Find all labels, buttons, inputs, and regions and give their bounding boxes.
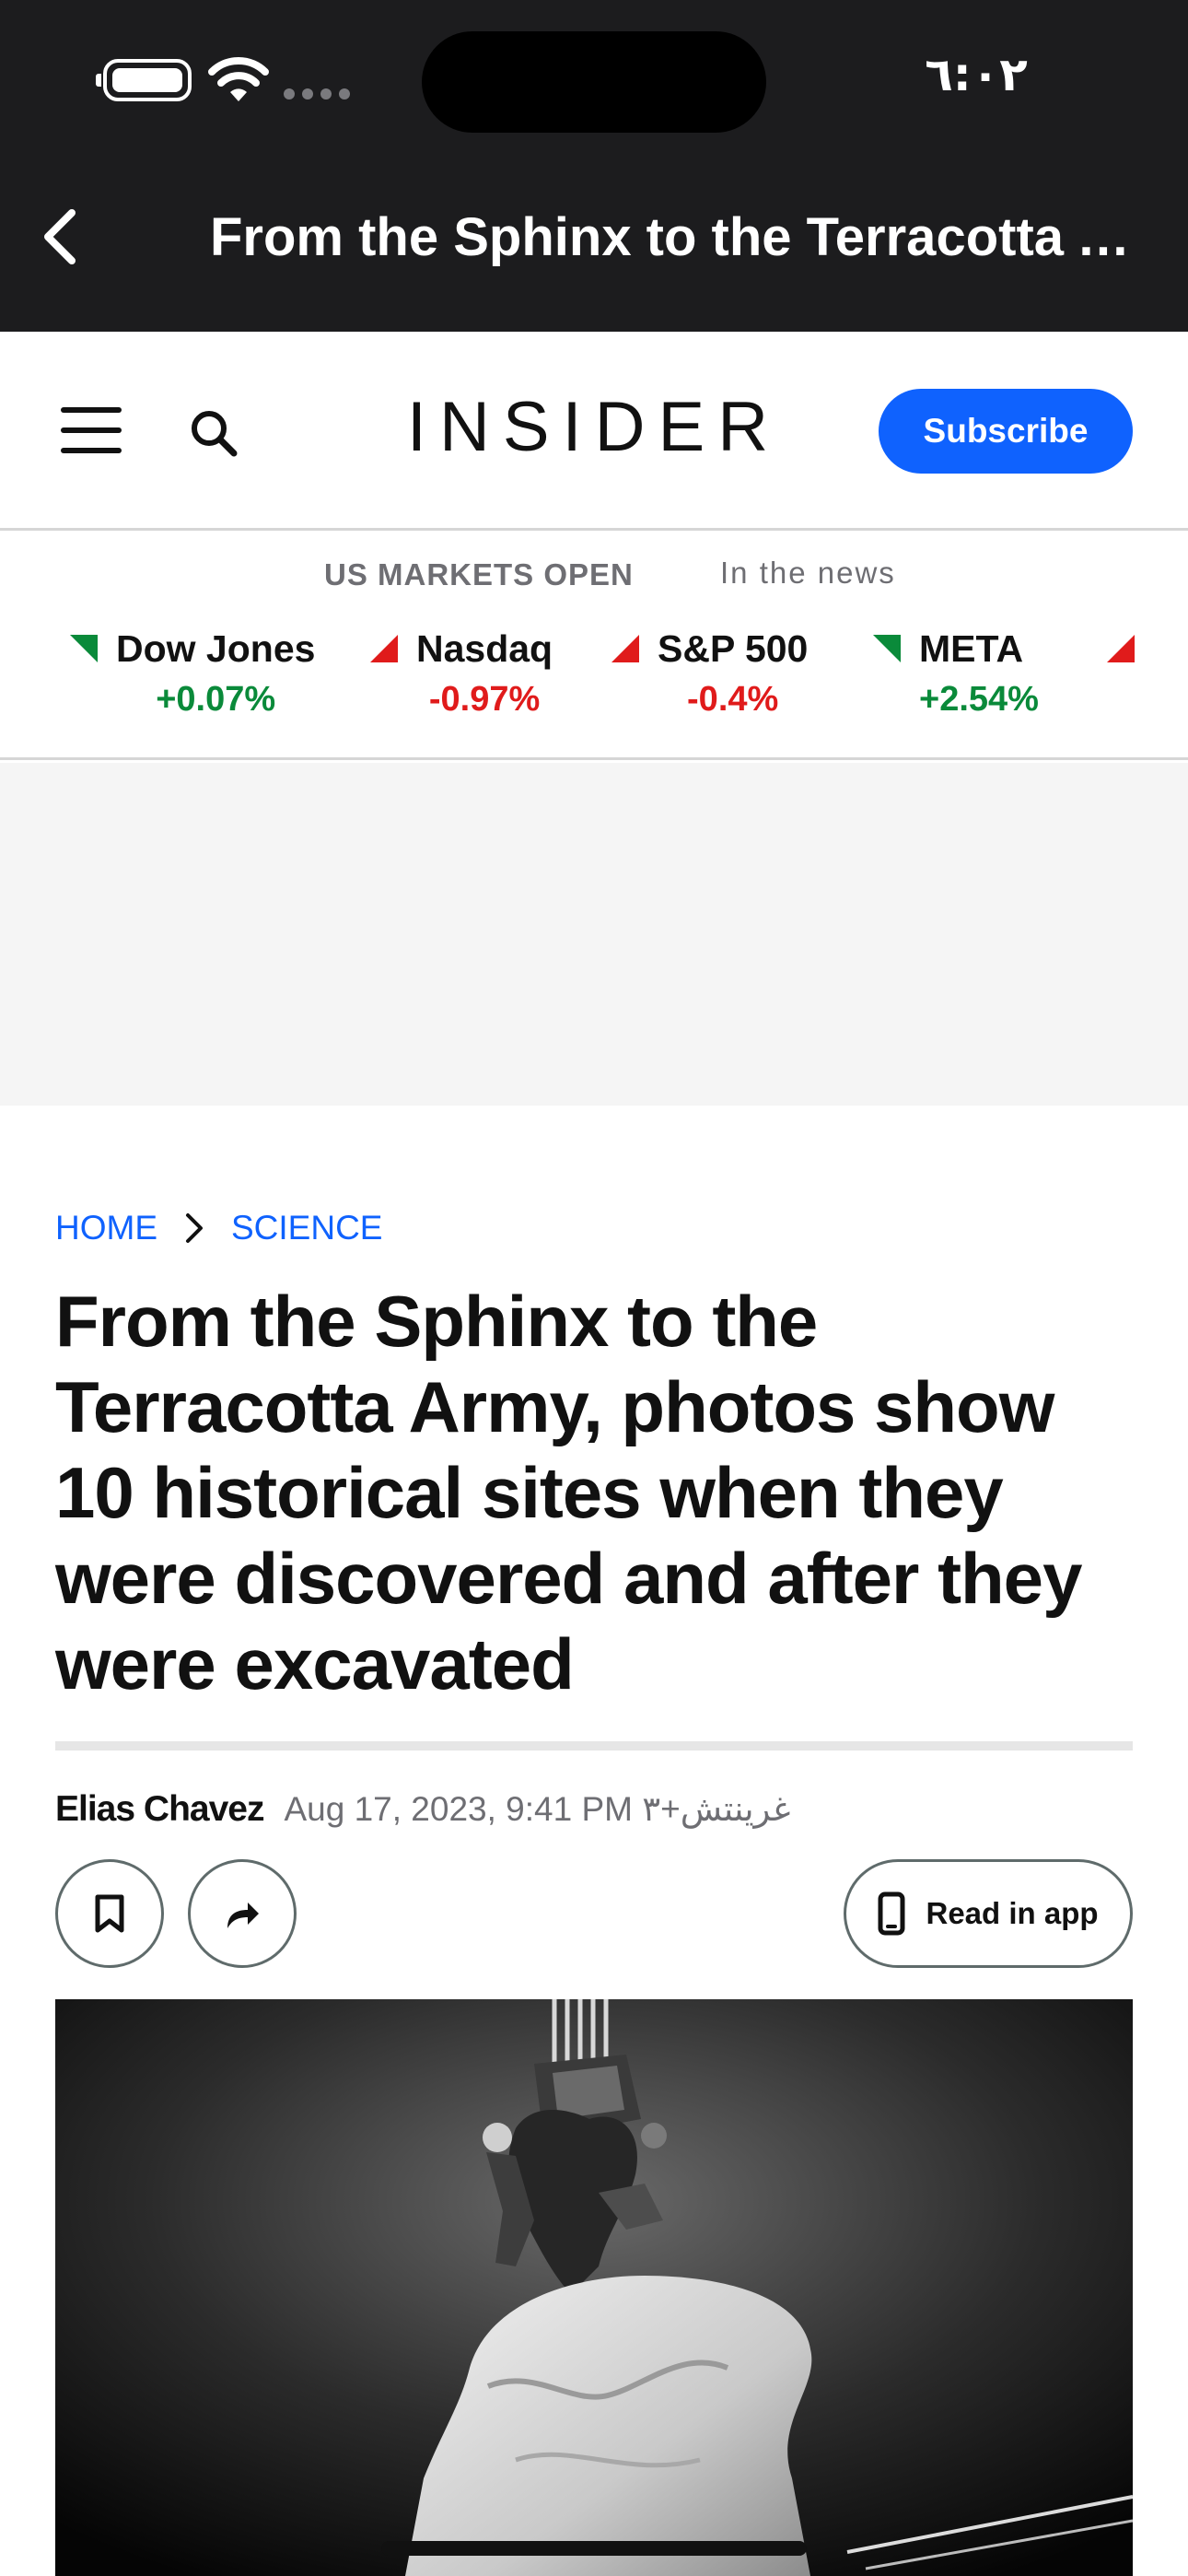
read-in-app-button[interactable]: Read in app <box>844 1859 1133 1968</box>
chevron-left-icon <box>44 209 76 264</box>
markets-status: US MARKETS OPEN <box>324 557 634 591</box>
ad-placeholder <box>0 763 1188 1106</box>
article-headline: From the Sphinx to the Terracotta Army, … <box>55 1281 1082 1704</box>
chevron-right-icon <box>186 1213 203 1243</box>
share-icon <box>227 1903 259 1928</box>
ticker-name: Dow Jones <box>116 627 316 670</box>
ticker-change: -0.4% <box>687 680 779 719</box>
battery-icon <box>96 59 192 101</box>
status-and-navigation-bar: ٦:٠٢ From the Sphinx to the Terracotta A… <box>0 0 1188 332</box>
subscribe-button[interactable]: Subscribe <box>879 389 1133 474</box>
statue-crane-photo <box>55 1999 1133 2576</box>
ticker-name: S&P 500 <box>658 627 809 670</box>
ticker-name: META <box>919 627 1024 670</box>
ticker-meta[interactable]: META +2.54% <box>873 627 1039 720</box>
breadcrumb: HOME SCIENCE <box>55 1209 382 1247</box>
site-header: INSIDER Subscribe <box>0 332 1188 531</box>
ticker-dow-jones[interactable]: Dow Jones +0.07% <box>70 627 315 720</box>
bookmark-icon <box>95 1894 124 1933</box>
ticker-change: -0.97% <box>428 680 541 719</box>
share-button[interactable] <box>188 1859 297 1968</box>
status-time: ٦:٠٢ <box>925 48 1028 101</box>
markets-ticker-bar: US MARKETS OPEN In the news Dow Jones +0… <box>0 533 1188 760</box>
byline: Elias Chavez Aug 17, 2023, 9:41 PM غرينت… <box>55 1789 790 1830</box>
phone-icon <box>878 1891 905 1936</box>
home-indicator[interactable] <box>381 2541 807 2556</box>
ticker-change: +2.54% <box>919 680 1039 719</box>
back-button[interactable] <box>31 205 87 269</box>
breadcrumb-science-link[interactable]: SCIENCE <box>231 1209 382 1247</box>
ticker-change: +0.07% <box>156 680 276 719</box>
down-arrow-icon <box>873 635 901 662</box>
ticker-name: Nasdaq <box>416 627 553 670</box>
cellular-signal-icon <box>284 88 350 100</box>
up-arrow-icon <box>611 635 639 662</box>
hamburger-menu-icon[interactable] <box>61 407 122 453</box>
down-arrow-icon <box>70 635 98 662</box>
up-arrow-icon <box>370 635 398 662</box>
article-hero-image[interactable] <box>55 1999 1133 2576</box>
publish-date: Aug 17, 2023, 9:41 PM غرينتش+٣ <box>284 1790 791 1828</box>
search-icon[interactable] <box>188 407 239 459</box>
ticker-sp500[interactable]: S&P 500 -0.4% <box>611 627 808 720</box>
read-in-app-label: Read in app <box>926 1896 1099 1930</box>
wifi-icon <box>208 57 269 101</box>
navigation-title: From the Sphinx to the Terracotta Army, … <box>210 207 1131 267</box>
divider <box>55 1741 1133 1751</box>
insider-logo[interactable]: INSIDER <box>378 387 810 467</box>
bookmark-button[interactable] <box>55 1859 164 1968</box>
dynamic-island <box>422 31 766 133</box>
ticker-nasdaq[interactable]: Nasdaq -0.97% <box>370 627 553 720</box>
breadcrumb-home-link[interactable]: HOME <box>55 1209 157 1247</box>
up-arrow-icon <box>1107 635 1135 662</box>
in-the-news-tab[interactable]: In the news <box>720 556 896 591</box>
author-link[interactable]: Elias Chavez <box>55 1789 264 1830</box>
